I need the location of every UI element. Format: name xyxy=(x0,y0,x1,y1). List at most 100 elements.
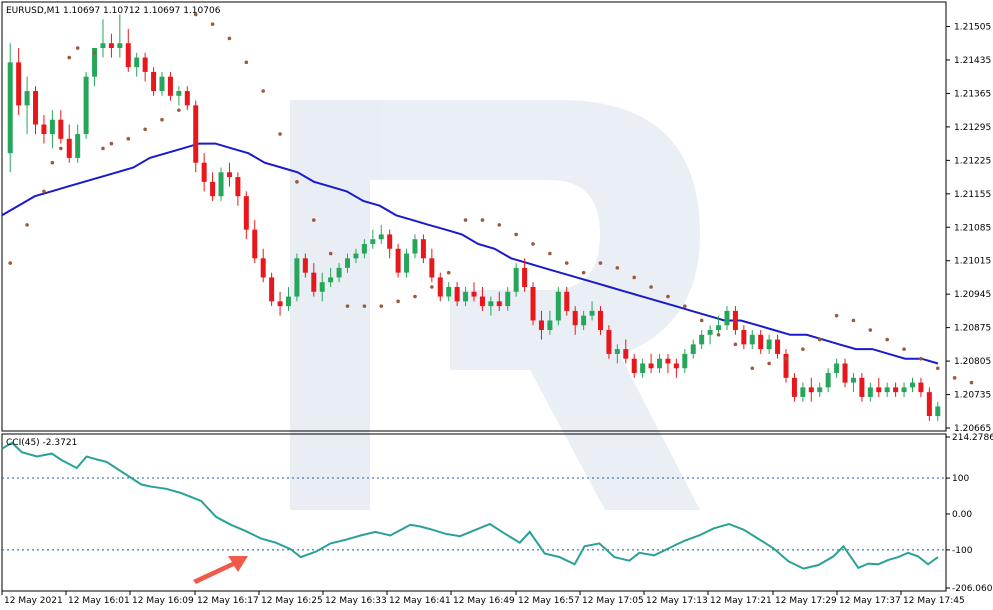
candle-body xyxy=(446,287,452,297)
candle-body xyxy=(758,334,764,350)
sar-dot xyxy=(733,342,738,347)
sar-dot xyxy=(969,380,974,385)
candle-body xyxy=(41,124,47,135)
candle-body xyxy=(235,177,241,197)
candle-body xyxy=(884,387,890,393)
x-tick-label: 12 May 16:01 xyxy=(68,596,130,606)
sar-dot xyxy=(92,50,97,55)
sar-dot xyxy=(50,160,55,165)
candle xyxy=(269,272,275,307)
cci-y-tick-label: 214.2786 xyxy=(952,433,993,443)
candle-body xyxy=(505,291,511,307)
sar-dot xyxy=(683,304,687,308)
candle-body xyxy=(825,373,831,388)
candle-body xyxy=(488,301,494,307)
sar-dot xyxy=(143,127,147,132)
candle-body xyxy=(538,320,544,331)
candle-body xyxy=(252,229,258,259)
candle-body xyxy=(808,387,814,393)
sar-dot xyxy=(902,347,906,351)
candle-body xyxy=(370,239,376,244)
candle-body xyxy=(555,291,561,321)
candle-body xyxy=(243,196,249,230)
cci-y-tick-label: 0.00 xyxy=(952,510,972,520)
sar-dot xyxy=(885,337,889,342)
candle-body xyxy=(184,91,190,106)
y-tick-label: 1.20805 xyxy=(954,357,991,367)
sar-dot xyxy=(101,146,105,151)
candle-body xyxy=(167,76,173,96)
sar-dot xyxy=(379,304,384,308)
sar-dot xyxy=(531,242,535,246)
x-tick-label: 12 May 16:25 xyxy=(261,596,323,606)
candle-body xyxy=(311,272,317,292)
candle-body xyxy=(319,282,325,292)
sar-dot xyxy=(345,304,350,308)
candle-body xyxy=(193,105,199,163)
candle-body xyxy=(420,239,426,259)
y-tick-label: 1.21295 xyxy=(954,123,991,133)
candle-body xyxy=(716,325,722,331)
candle-body xyxy=(724,310,730,326)
sar-dot xyxy=(834,313,839,318)
sar-dot xyxy=(311,218,316,222)
sar-dot xyxy=(59,146,63,151)
sar-dot xyxy=(278,132,282,136)
sar-dot xyxy=(210,22,215,26)
candle-body xyxy=(606,330,612,354)
candle-body xyxy=(66,138,72,158)
sar-dot xyxy=(25,223,29,227)
x-tick-label: 12 May 16:49 xyxy=(453,596,515,606)
candle-body xyxy=(918,382,924,393)
candle-body xyxy=(378,234,384,240)
sar-dot xyxy=(362,304,367,308)
candle-body xyxy=(269,277,275,302)
candle-body xyxy=(404,253,410,273)
candle-body xyxy=(775,339,781,354)
candle-body xyxy=(285,296,291,307)
candle xyxy=(218,167,224,201)
sar-dot xyxy=(463,218,468,222)
candle-body xyxy=(631,358,637,374)
candle-body xyxy=(142,57,148,72)
candle-body xyxy=(58,119,64,139)
candle-body xyxy=(353,253,359,259)
candle-body xyxy=(926,392,932,417)
candle-body xyxy=(277,301,283,307)
candle-body xyxy=(513,267,519,292)
cci-y-tick-label: -206.0603 xyxy=(952,584,993,594)
cci-y-tick-label: -100 xyxy=(952,546,973,556)
sar-dot xyxy=(430,285,434,289)
candle xyxy=(606,325,612,359)
sar-dot xyxy=(817,337,822,342)
candle-body xyxy=(690,344,696,354)
candle xyxy=(530,282,536,326)
y-tick-label: 1.20735 xyxy=(954,391,991,401)
sar-dot xyxy=(548,251,552,256)
candle-body xyxy=(597,310,603,331)
candle-body xyxy=(547,320,553,331)
candle-body xyxy=(665,358,671,364)
candle-body xyxy=(176,91,182,96)
candle-body xyxy=(345,258,351,268)
candle-body xyxy=(75,134,81,158)
y-tick-label: 1.21365 xyxy=(954,89,991,99)
sar-dot xyxy=(919,356,923,361)
sar-dot xyxy=(244,60,249,65)
candle-body xyxy=(859,377,865,397)
candle-body xyxy=(657,358,663,369)
candle-body xyxy=(328,277,334,283)
candle-body xyxy=(867,387,873,397)
x-tick-label: 12 May 16:41 xyxy=(389,596,451,606)
y-tick-label: 1.21155 xyxy=(954,190,991,200)
candle-body xyxy=(817,387,823,393)
sar-dot xyxy=(649,285,653,289)
candle-body xyxy=(463,291,469,302)
x-tick-label: 12 May 17:45 xyxy=(903,596,965,606)
candle xyxy=(555,287,561,326)
candle-body xyxy=(361,243,367,254)
y-tick-label: 1.21085 xyxy=(954,223,991,233)
candle-body xyxy=(437,277,443,297)
x-tick-label: 12 May 17:05 xyxy=(582,596,644,606)
sar-dot xyxy=(497,223,502,227)
